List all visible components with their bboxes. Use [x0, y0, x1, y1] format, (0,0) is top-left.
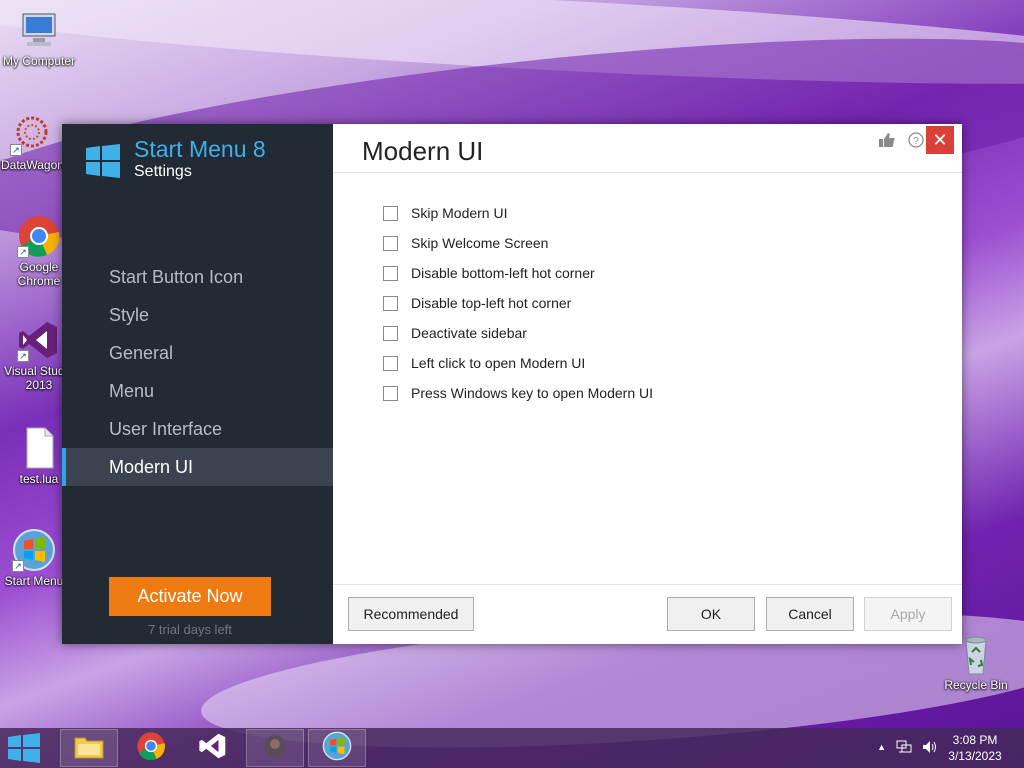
trial-days-text: 7 trial days left: [148, 622, 232, 637]
option-label: Press Windows key to open Modern UI: [411, 385, 653, 401]
checkbox[interactable]: [383, 385, 398, 401]
checkbox[interactable]: [383, 325, 398, 341]
option-label: Disable top-left hot corner: [411, 295, 572, 311]
options-list: Skip Modern UI Skip Welcome Screen Disab…: [383, 198, 653, 408]
shortcut-arrow-icon: ↗: [12, 560, 24, 572]
folder-icon: [74, 733, 104, 764]
checkbox[interactable]: [383, 205, 398, 221]
title-divider: [333, 172, 962, 173]
option-windows-key-open-modern-ui[interactable]: Press Windows key to open Modern UI: [383, 378, 653, 408]
desktop-icon-datawagon[interactable]: ↗ DataWagon: [1, 112, 64, 172]
taskbar-app[interactable]: [246, 729, 304, 767]
taskbar-file-explorer[interactable]: [60, 729, 118, 767]
visual-studio-icon: ↗: [17, 318, 61, 362]
sidebar-item-start-button-icon[interactable]: Start Button Icon: [62, 258, 333, 296]
windows-logo-icon: [86, 144, 120, 178]
desktop-icon-start-menu[interactable]: ↗ Start Menu: [1, 528, 67, 588]
sidebar-item-style[interactable]: Style: [62, 296, 333, 334]
option-deactivate-sidebar[interactable]: Deactivate sidebar: [383, 318, 653, 348]
checkbox[interactable]: [383, 295, 398, 311]
option-disable-bottom-left-hot-corner[interactable]: Disable bottom-left hot corner: [383, 258, 653, 288]
close-button[interactable]: ✕: [926, 126, 954, 154]
desktop-icon-label: Recycle Bin: [944, 678, 1008, 692]
app-subtitle: Settings: [134, 163, 192, 180]
sidebar-item-general[interactable]: General: [62, 334, 333, 372]
option-left-click-open-modern-ui[interactable]: Left click to open Modern UI: [383, 348, 653, 378]
option-label: Left click to open Modern UI: [411, 355, 586, 371]
shortcut-arrow-icon: ↗: [17, 350, 29, 362]
option-disable-top-left-hot-corner[interactable]: Disable top-left hot corner: [383, 288, 653, 318]
clock[interactable]: 3:08 PM 3/13/2023: [940, 732, 1010, 764]
taskbar: ▲ 3:08 PM 3/13/2023: [0, 728, 1024, 768]
taskbar-chrome[interactable]: [122, 729, 180, 767]
datawagon-icon: ↗: [10, 112, 54, 156]
sidebar-item-user-interface[interactable]: User Interface: [62, 410, 333, 448]
shortcut-arrow-icon: ↗: [10, 144, 22, 156]
checkbox[interactable]: [383, 355, 398, 371]
option-label: Disable bottom-left hot corner: [411, 265, 595, 281]
cancel-button[interactable]: Cancel: [766, 597, 854, 631]
option-label: Skip Welcome Screen: [411, 235, 549, 251]
windows-orb-icon: [322, 731, 352, 766]
option-skip-modern-ui[interactable]: Skip Modern UI: [383, 198, 653, 228]
svg-text:?: ?: [913, 136, 919, 147]
file-icon: [17, 426, 61, 470]
settings-window: Start Menu 8 Settings Start Button Icon …: [62, 124, 962, 644]
chrome-icon: ↗: [17, 214, 61, 258]
footer-divider: [333, 584, 962, 585]
option-skip-welcome-screen[interactable]: Skip Welcome Screen: [383, 228, 653, 258]
recommended-button[interactable]: Recommended: [348, 597, 474, 631]
checkbox[interactable]: [383, 235, 398, 251]
help-icon[interactable]: ?: [908, 132, 924, 153]
taskbar-visual-studio[interactable]: [184, 729, 242, 767]
network-icon[interactable]: [896, 740, 912, 757]
taskbar-start-menu-8[interactable]: [308, 729, 366, 767]
system-tray: ▲: [877, 740, 938, 757]
page-title: Modern UI: [362, 136, 484, 166]
option-label: Deactivate sidebar: [411, 325, 527, 341]
sidebar: Start Menu 8 Settings Start Button Icon …: [62, 124, 333, 644]
start-button[interactable]: [6, 732, 42, 764]
clock-date: 3/13/2023: [948, 749, 1002, 763]
desktop-icon-my-computer[interactable]: My Computer: [1, 8, 77, 68]
show-hidden-icons-arrow[interactable]: ▲: [877, 742, 886, 757]
apply-button[interactable]: Apply: [864, 597, 952, 631]
ok-button[interactable]: OK: [667, 597, 755, 631]
desktop-icon-label: DataWagon: [1, 158, 64, 172]
visual-studio-icon: [198, 731, 228, 766]
sidebar-item-menu[interactable]: Menu: [62, 372, 333, 410]
app-title: Start Menu 8: [134, 136, 266, 162]
computer-icon: [17, 8, 61, 52]
checkbox[interactable]: [383, 265, 398, 281]
sidebar-nav: Start Button Icon Style General Menu Use…: [62, 258, 333, 486]
windows-orb-icon: ↗: [12, 528, 56, 572]
sidebar-item-modern-ui[interactable]: Modern UI: [62, 448, 333, 486]
option-label: Skip Modern UI: [411, 205, 508, 221]
clock-time: 3:08 PM: [952, 733, 998, 747]
shortcut-arrow-icon: ↗: [17, 246, 29, 258]
desktop-icon-label: My Computer: [2, 54, 76, 68]
desktop-icon-label: Start Menu: [4, 574, 64, 588]
chrome-icon: [136, 731, 166, 766]
header-icons: ?: [878, 132, 924, 153]
content-panel: Modern UI ? ✕ Skip Modern UI Skip Welcom…: [333, 124, 962, 644]
app-icon: [260, 731, 290, 766]
thumbs-up-icon[interactable]: [878, 132, 896, 153]
volume-icon[interactable]: [922, 740, 938, 757]
activate-now-button[interactable]: Activate Now: [109, 577, 271, 616]
